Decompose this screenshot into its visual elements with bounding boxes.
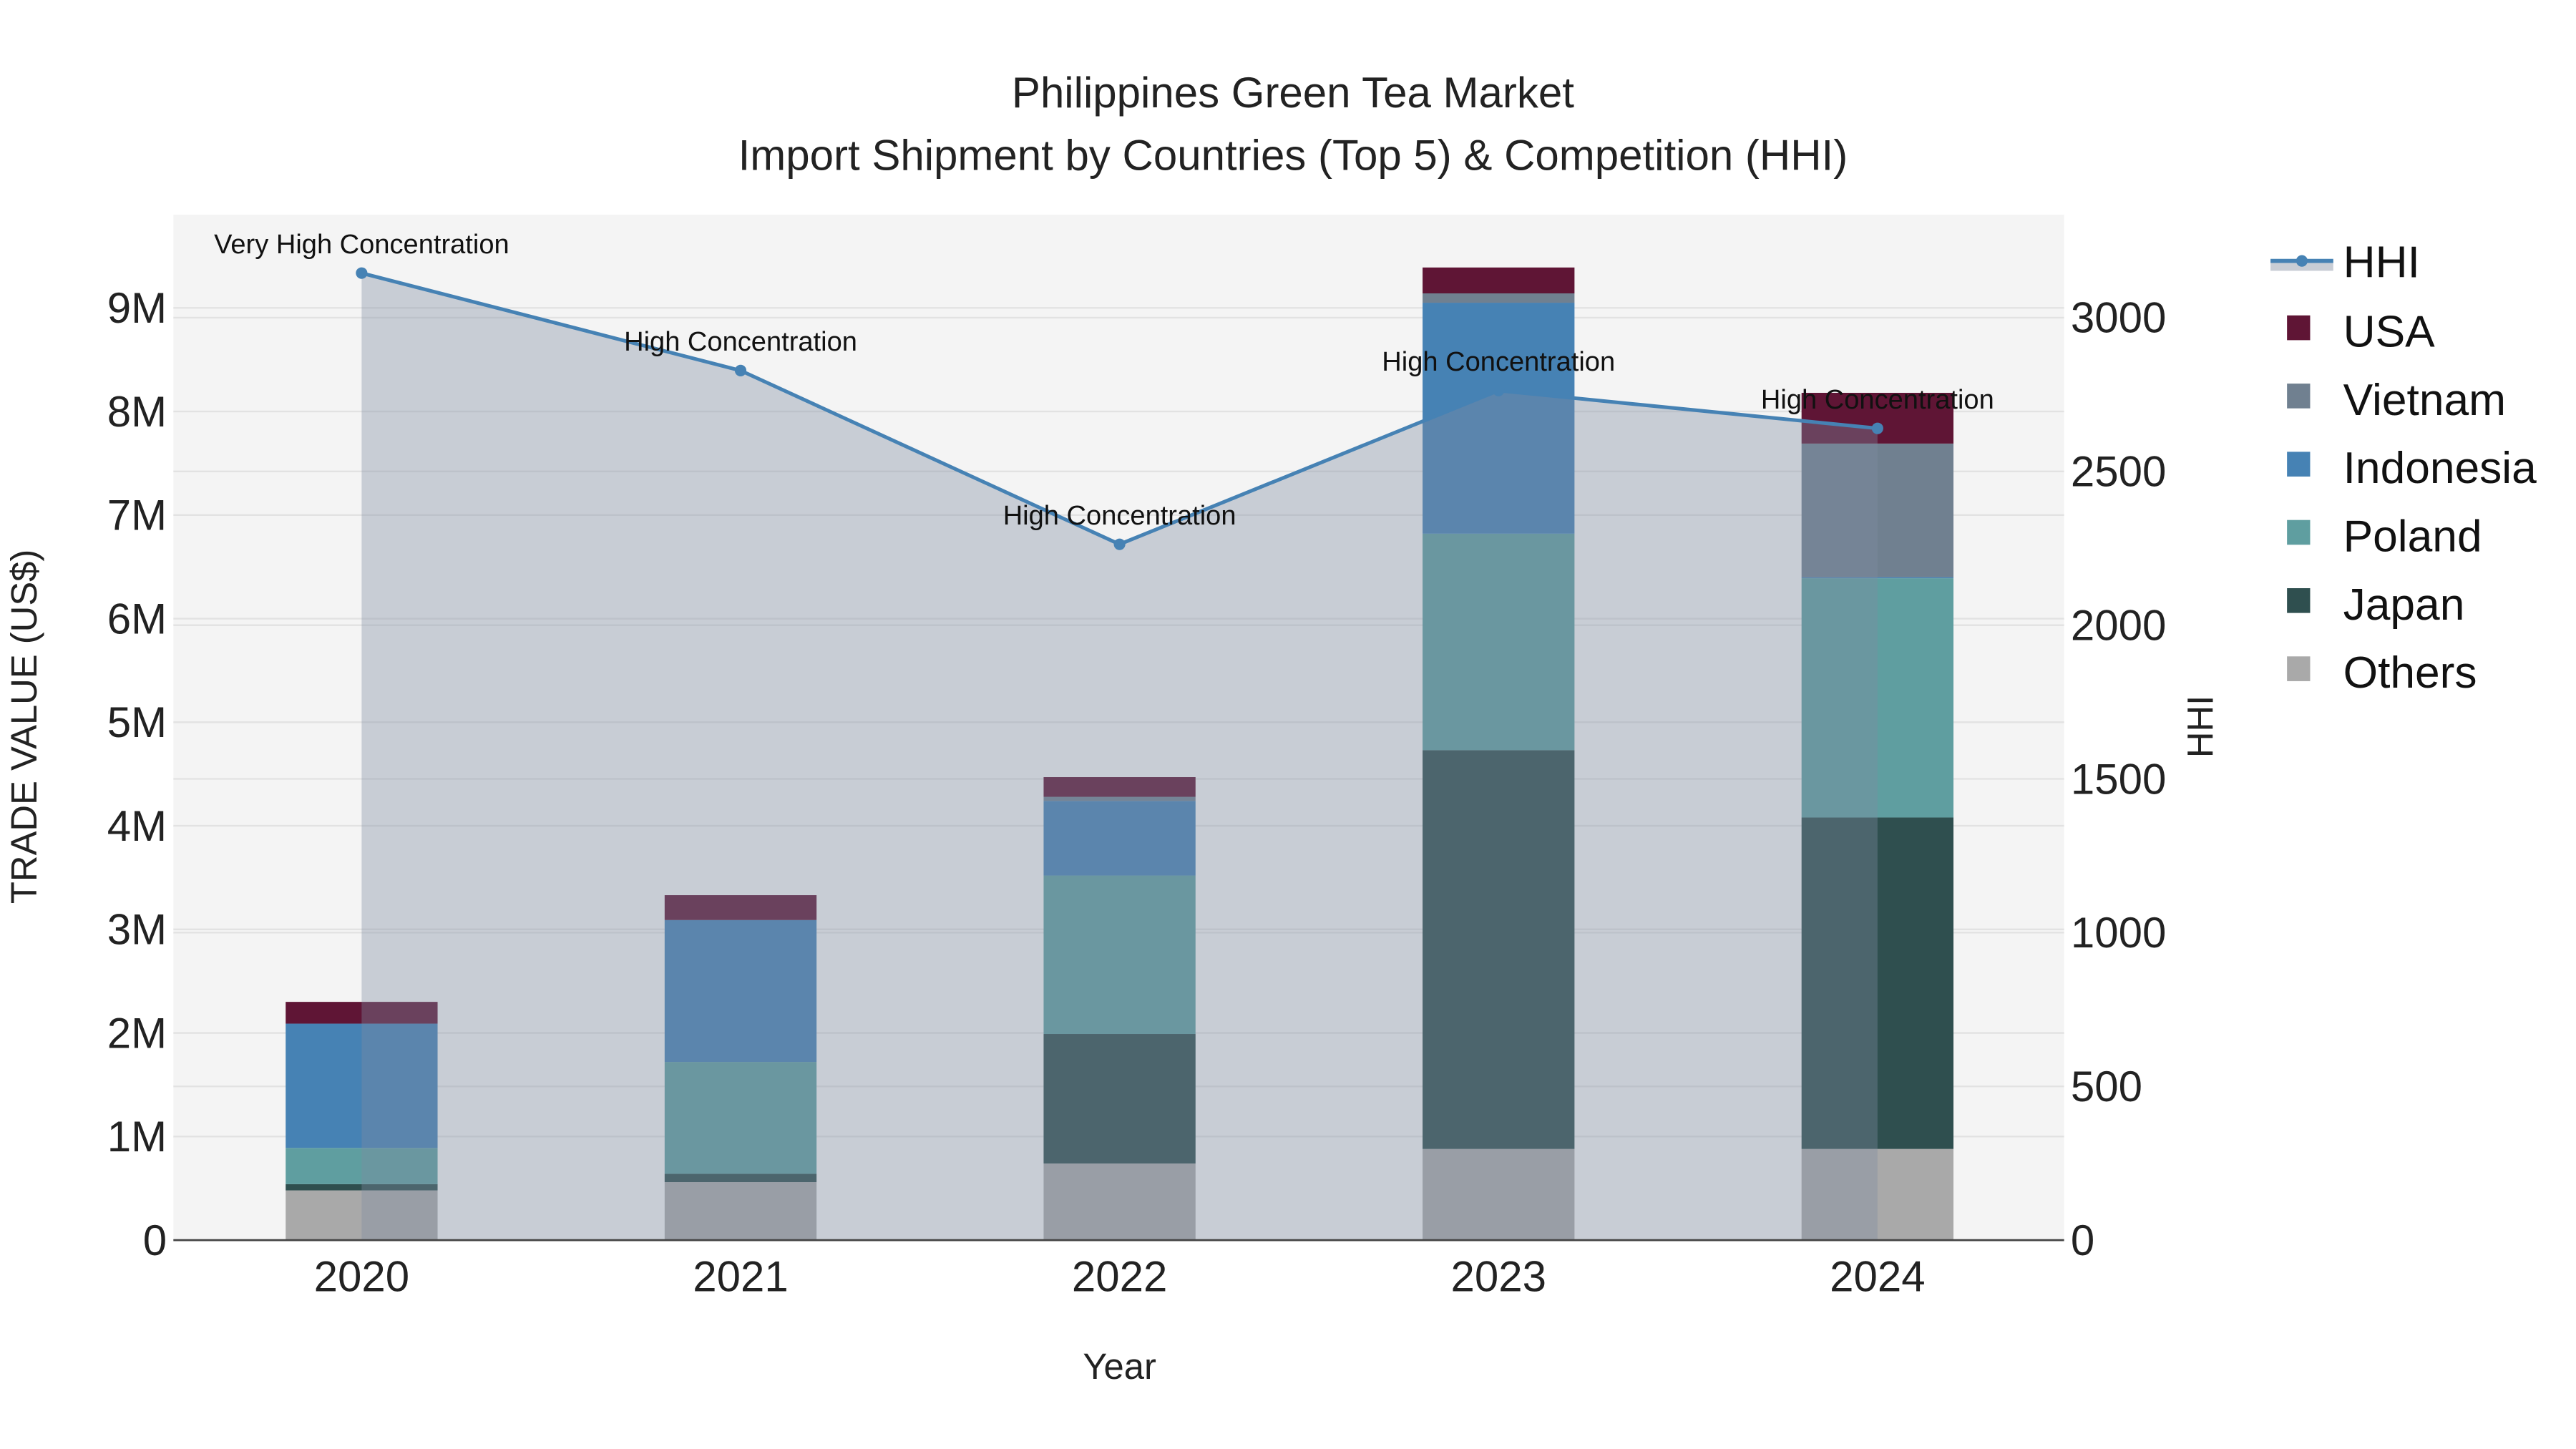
y-tick-label: 1M bbox=[107, 1113, 167, 1161]
y2-tick-label: 2000 bbox=[2071, 601, 2166, 649]
x-tick-label: 2023 bbox=[1450, 1253, 1546, 1301]
y2-tick-label: 500 bbox=[2071, 1063, 2142, 1111]
legend-label-vietnam: Vietnam bbox=[2343, 376, 2506, 425]
legend-swatch-poland bbox=[2287, 519, 2311, 545]
x-tick-label: 2024 bbox=[1830, 1253, 1925, 1301]
hhi-marker-2023 bbox=[1493, 384, 1505, 396]
x-tick-label: 2020 bbox=[314, 1253, 409, 1301]
legend-swatch-japan bbox=[2287, 588, 2311, 613]
y2-tick-label: 1000 bbox=[2071, 909, 2166, 957]
y-tick-label: 5M bbox=[107, 698, 167, 746]
hhi-marker-2024 bbox=[1871, 422, 1883, 434]
hhi-annotation: High Concentration bbox=[1003, 501, 1236, 531]
legend-swatch-vietnam bbox=[2287, 384, 2311, 409]
y2-tick-label: 2500 bbox=[2071, 448, 2166, 496]
chart-subtitle: Import Shipment by Countries (Top 5) & C… bbox=[738, 132, 1848, 180]
legend-swatch-usa bbox=[2287, 315, 2311, 341]
legend-hhi-marker bbox=[2296, 255, 2308, 267]
legend-swatch-others bbox=[2287, 656, 2311, 681]
y-tick-label: 4M bbox=[107, 802, 167, 850]
x-axis-label: Year bbox=[1083, 1346, 1156, 1387]
chart-title: Philippines Green Tea Market bbox=[1012, 69, 1574, 117]
legend-label-usa: USA bbox=[2343, 308, 2436, 357]
y-axis-label: TRADE VALUE (US$) bbox=[4, 550, 44, 904]
x-tick-label: 2022 bbox=[1072, 1253, 1167, 1301]
legend-label-hhi: HHI bbox=[2343, 238, 2420, 288]
hhi-marker-2020 bbox=[356, 267, 368, 279]
y2-tick-label: 1500 bbox=[2071, 755, 2166, 803]
legend-label-japan: Japan bbox=[2343, 580, 2465, 630]
legend-label-indonesia: Indonesia bbox=[2343, 444, 2537, 493]
y-tick-label: 0 bbox=[143, 1216, 167, 1264]
y2-tick-label: 3000 bbox=[2071, 294, 2166, 342]
y-tick-label: 8M bbox=[107, 388, 167, 436]
hhi-annotation: High Concentration bbox=[1382, 347, 1615, 377]
hhi-marker-2021 bbox=[734, 364, 747, 376]
y2-axis-label: HHI bbox=[2180, 696, 2220, 758]
y2-tick-label: 0 bbox=[2071, 1216, 2094, 1264]
hhi-annotation: Very High Concentration bbox=[214, 230, 509, 260]
legend: HHI USA Vietnam Indonesia Poland Japan Others bbox=[2270, 238, 2537, 698]
y-tick-label: 9M bbox=[107, 284, 167, 332]
x-tick-label: 2021 bbox=[693, 1253, 788, 1301]
y-tick-label: 7M bbox=[107, 492, 167, 540]
y-tick-label: 2M bbox=[107, 1009, 167, 1057]
y-tick-label: 3M bbox=[107, 906, 167, 954]
legend-label-poland: Poland bbox=[2343, 512, 2482, 562]
legend-swatch-indonesia bbox=[2287, 452, 2311, 477]
y-tick-label: 6M bbox=[107, 595, 167, 643]
bar-vietnam-2023 bbox=[1423, 293, 1575, 303]
legend-label-others: Others bbox=[2343, 648, 2477, 698]
hhi-annotation: High Concentration bbox=[624, 327, 857, 357]
hhi-annotation: High Concentration bbox=[1761, 385, 1994, 415]
bar-usa-2023 bbox=[1423, 267, 1575, 294]
chart: Philippines Green Tea Market Import Ship… bbox=[4, 69, 2537, 1387]
hhi-marker-2022 bbox=[1113, 538, 1126, 550]
